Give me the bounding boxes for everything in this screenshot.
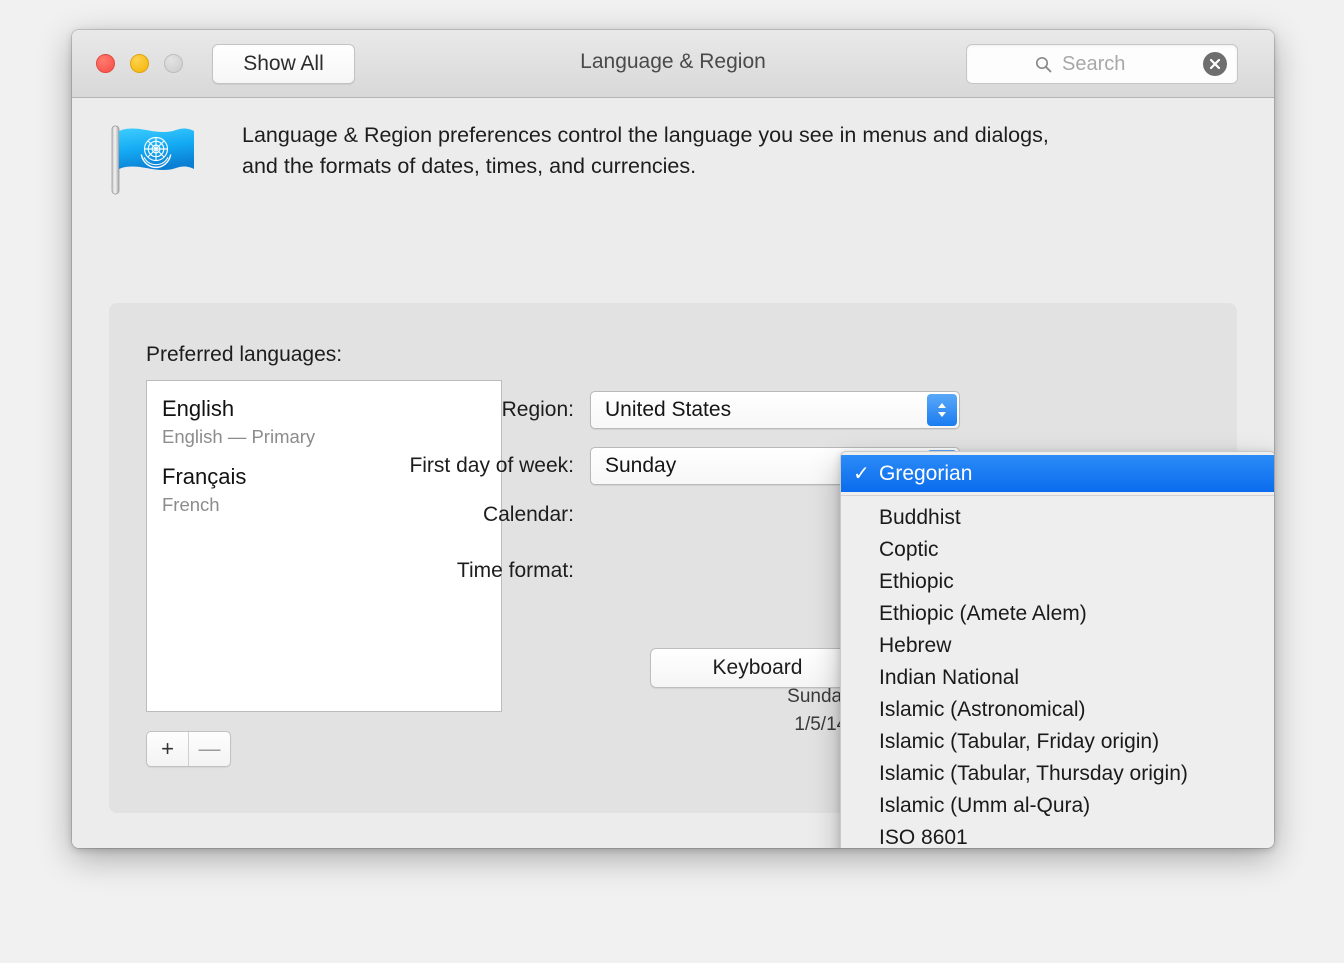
window-titlebar: Show All Language & Region Search (72, 30, 1274, 98)
menu-item[interactable]: Buddhist (841, 502, 1274, 534)
header-description-line2: and the formats of dates, times, and cur… (242, 151, 1049, 182)
chevron-updown-icon (927, 394, 957, 426)
calendar-row: Calendar: (324, 503, 590, 527)
menu-item-label: Buddhist (879, 506, 961, 530)
header-banner: Language & Region preferences control th… (110, 120, 1049, 196)
keyboard-button[interactable]: Keyboard (650, 648, 865, 688)
menu-item-label: Gregorian (879, 462, 972, 486)
menu-item-label: Islamic (Tabular, Friday origin) (879, 730, 1159, 754)
menu-item-label: Coptic (879, 538, 939, 562)
menu-item[interactable]: ISO 8601 (841, 822, 1274, 848)
menu-item[interactable]: Islamic (Umm al-Qura) (841, 790, 1274, 822)
menu-item[interactable]: Coptic (841, 534, 1274, 566)
header-description: Language & Region preferences control th… (242, 120, 1049, 182)
menu-item[interactable]: Ethiopic (Amete Alem) (841, 598, 1274, 630)
preferred-languages-label: Preferred languages: (146, 343, 342, 367)
keyboard-button-label: Keyboard (713, 656, 803, 680)
first-day-of-week-value: Sunday (591, 454, 676, 478)
region-value: United States (591, 398, 731, 422)
menu-item[interactable]: Ethiopic (841, 566, 1274, 598)
menu-item[interactable]: Indian National (841, 662, 1274, 694)
checkmark-icon: ✓ (853, 461, 879, 486)
region-label: Region: (324, 398, 574, 422)
header-description-line1: Language & Region preferences control th… (242, 120, 1049, 151)
region-popup-button[interactable]: United States (590, 391, 960, 429)
menu-item[interactable]: Islamic (Tabular, Thursday origin) (841, 758, 1274, 790)
menu-separator (841, 495, 1274, 496)
menu-item-label: Ethiopic (Amete Alem) (879, 602, 1087, 626)
preferred-languages-list[interactable]: English English — Primary Français Frenc… (146, 380, 502, 712)
menu-item-label: Hebrew (879, 634, 951, 658)
menu-item[interactable]: Islamic (Tabular, Friday origin) (841, 726, 1274, 758)
search-input[interactable]: Search (966, 44, 1238, 84)
first-day-of-week-label: First day of week: (324, 454, 574, 478)
menu-item-label: ISO 8601 (879, 826, 968, 848)
add-language-button[interactable]: + (147, 732, 188, 766)
region-row: Region: United States (324, 391, 960, 429)
remove-language-button[interactable]: — (188, 732, 230, 766)
clear-icon[interactable] (1203, 52, 1227, 76)
menu-item[interactable]: Islamic (Astronomical) (841, 694, 1274, 726)
menu-item-label: Islamic (Astronomical) (879, 698, 1086, 722)
menu-item-gregorian[interactable]: ✓ Gregorian (841, 455, 1274, 492)
un-flag-icon (110, 122, 198, 196)
calendar-label: Calendar: (324, 503, 574, 527)
menu-item-label: Ethiopic (879, 570, 954, 594)
menu-item-label: Islamic (Umm al-Qura) (879, 794, 1090, 818)
menu-item[interactable]: Hebrew (841, 630, 1274, 662)
menu-item-label: Islamic (Tabular, Thursday origin) (879, 762, 1188, 786)
calendar-dropdown-menu[interactable]: ✓ Gregorian Buddhist Coptic Ethiopic Eth… (840, 451, 1274, 848)
search-icon (1035, 56, 1052, 73)
preferences-window: Show All Language & Region Search (72, 30, 1274, 848)
menu-item-label: Indian National (879, 666, 1019, 690)
search-placeholder: Search (1062, 53, 1125, 76)
time-format-row: Time format: (324, 559, 590, 583)
time-format-label: Time format: (324, 559, 574, 583)
add-remove-language-control: + — (146, 731, 231, 767)
